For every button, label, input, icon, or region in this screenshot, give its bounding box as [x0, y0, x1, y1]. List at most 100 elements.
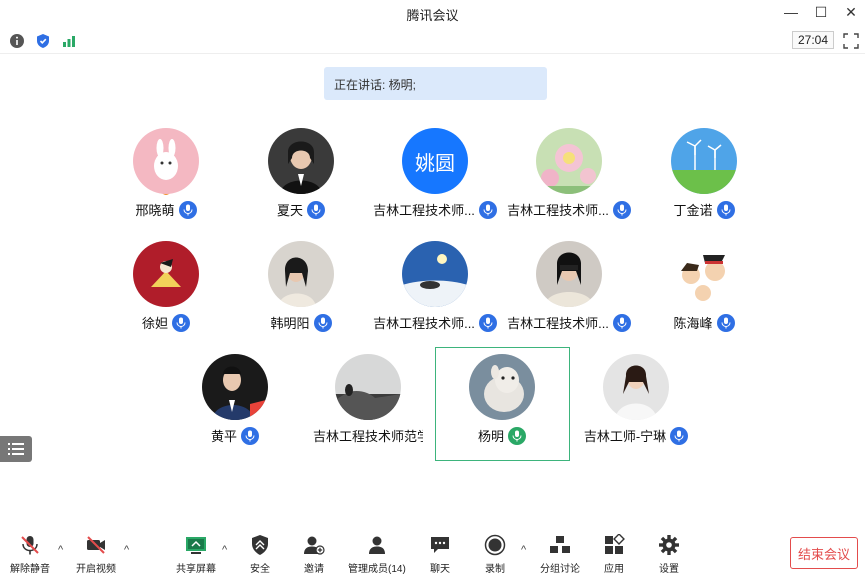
signal-icon[interactable] — [60, 32, 78, 50]
camera-off-icon — [87, 536, 105, 554]
share-options-caret[interactable]: ^ — [222, 544, 227, 556]
chat-icon — [431, 537, 449, 553]
participant-name-line: 吉林工程技术师... — [502, 313, 636, 332]
participant-name: 黄平 — [210, 429, 237, 444]
participant-tile[interactable]: 吉林工程技术师... — [502, 128, 636, 240]
participant-name: 夏天 — [276, 203, 303, 218]
participant-tile[interactable]: 韩明阳 — [234, 241, 368, 353]
mic-icon — [612, 200, 631, 219]
avatar — [268, 241, 334, 307]
members-label: 管理成员(14) — [348, 564, 406, 575]
participant-tile[interactable]: 夏天 — [234, 128, 368, 240]
participant-name-line: 夏天 — [234, 200, 368, 219]
record-button[interactable]: 录制 — [484, 534, 506, 575]
unmute-button[interactable]: 解除静音 — [10, 534, 50, 575]
avatar — [133, 128, 199, 194]
invite-label: 邀请 — [304, 564, 324, 575]
invite-user-icon — [304, 536, 325, 555]
mic-icon — [478, 313, 497, 332]
mic-icon — [670, 426, 689, 445]
participant-name-line: 吉林工程技术师... — [368, 313, 502, 332]
participant-name: 邢晓萌 — [135, 203, 175, 218]
avatar: 姚圆 — [402, 128, 468, 194]
video-label: 开启视频 — [76, 564, 116, 575]
record-options-caret[interactable]: ^ — [521, 544, 526, 556]
participant-tile[interactable]: 吉林工程技术师... — [368, 241, 502, 353]
chat-label: 聊天 — [430, 564, 450, 575]
share-screen-label: 共享屏幕 — [176, 564, 216, 575]
record-label: 录制 — [485, 564, 505, 575]
mic-icon — [716, 200, 735, 219]
participant-name-line: 韩明阳 — [234, 313, 368, 332]
list-icon — [8, 443, 24, 455]
audio-options-caret[interactable]: ^ — [58, 544, 63, 556]
security-button[interactable]: 安全 — [249, 534, 271, 575]
participant-tile[interactable]: 吉林工程技术师... — [502, 241, 636, 353]
window-title: 腾讯会议 — [406, 7, 459, 23]
avatar — [671, 128, 737, 194]
mic-icon — [612, 313, 631, 332]
mic-icon — [716, 313, 735, 332]
participant-name: 丁金诺 — [673, 203, 713, 218]
members-button[interactable]: 管理成员(14) — [348, 534, 406, 575]
avatar — [536, 128, 602, 194]
participant-tile[interactable]: 丁金诺 — [637, 128, 771, 240]
breakout-button[interactable]: 分组讨论 — [540, 534, 580, 575]
record-icon — [484, 534, 506, 556]
participant-tile[interactable]: 姚圆吉林工程技术师... — [368, 128, 502, 240]
avatar — [536, 241, 602, 307]
avatar-initials: 姚圆 — [415, 152, 455, 175]
unmute-label: 解除静音 — [10, 564, 50, 575]
participant-name: 吉林工师-宁琳 — [583, 429, 667, 444]
share-screen-button[interactable]: 共享屏幕 — [176, 534, 216, 575]
minimize-icon[interactable]: — — [783, 4, 799, 21]
end-meeting-button[interactable]: 结束会议 — [790, 537, 858, 569]
speaking-banner: 正在讲话: 杨明; — [324, 67, 547, 100]
participant-tile[interactable]: 徐妲 — [99, 241, 233, 353]
fullscreen-icon[interactable] — [843, 33, 859, 49]
security-label: 安全 — [250, 564, 270, 575]
gear-icon — [659, 535, 679, 555]
participant-name-line: 吉林工程技术师范学... — [301, 426, 435, 445]
close-icon[interactable]: ✕ — [843, 4, 859, 21]
participant-tile[interactable]: 黄平 — [168, 354, 302, 466]
participant-name-line: 邢晓萌 — [99, 200, 233, 219]
chat-button[interactable]: 聊天 — [429, 534, 451, 575]
members-icon — [368, 536, 385, 554]
window-controls: — ☐ ✕ — [783, 4, 859, 21]
avatar — [268, 128, 334, 194]
security-shield-icon — [252, 535, 268, 555]
active-speaker-frame — [435, 347, 570, 461]
participant-tile[interactable]: 吉林工师-宁琳 — [569, 354, 703, 466]
participant-name: 吉林工程技术师... — [373, 203, 475, 218]
video-button[interactable]: 开启视频 — [76, 534, 116, 575]
settings-button[interactable]: 设置 — [658, 534, 680, 575]
participant-name: 吉林工程技术师范学... — [313, 429, 423, 444]
participant-name: 陈海峰 — [673, 316, 713, 331]
participant-name-line: 吉林工师-宁琳 — [569, 426, 703, 445]
avatar — [671, 241, 737, 307]
participant-tile[interactable]: 邢晓萌 — [99, 128, 233, 240]
participant-tile[interactable]: 陈海峰 — [637, 241, 771, 353]
info-icon[interactable] — [8, 32, 26, 50]
shield-icon[interactable] — [34, 32, 52, 50]
invite-button[interactable]: 邀请 — [303, 534, 325, 575]
video-options-caret[interactable]: ^ — [124, 544, 129, 556]
maximize-icon[interactable]: ☐ — [813, 4, 829, 21]
share-screen-icon — [186, 537, 206, 554]
participant-name-line: 丁金诺 — [637, 200, 771, 219]
breakout-rooms-icon — [550, 536, 570, 553]
apps-button[interactable]: 应用 — [603, 534, 625, 575]
meeting-timer: 27:04 — [791, 31, 834, 49]
mic-off-icon — [21, 536, 39, 555]
participant-name: 徐妲 — [141, 316, 168, 331]
breakout-label: 分组讨论 — [540, 564, 580, 575]
avatar — [402, 241, 468, 307]
participant-name: 吉林工程技术师... — [373, 316, 475, 331]
side-panel-handle[interactable] — [0, 436, 32, 462]
mic-icon — [313, 313, 332, 332]
participant-tile[interactable]: 吉林工程技术师范学... — [301, 354, 435, 466]
bottom-toolbar: 解除静音 ^ 开启视频 ^ 共享屏幕 ^ 安全 邀请 管理成员(14) 聊天 录… — [0, 530, 865, 579]
participant-name-line: 陈海峰 — [637, 313, 771, 332]
participant-name: 韩明阳 — [270, 316, 310, 331]
